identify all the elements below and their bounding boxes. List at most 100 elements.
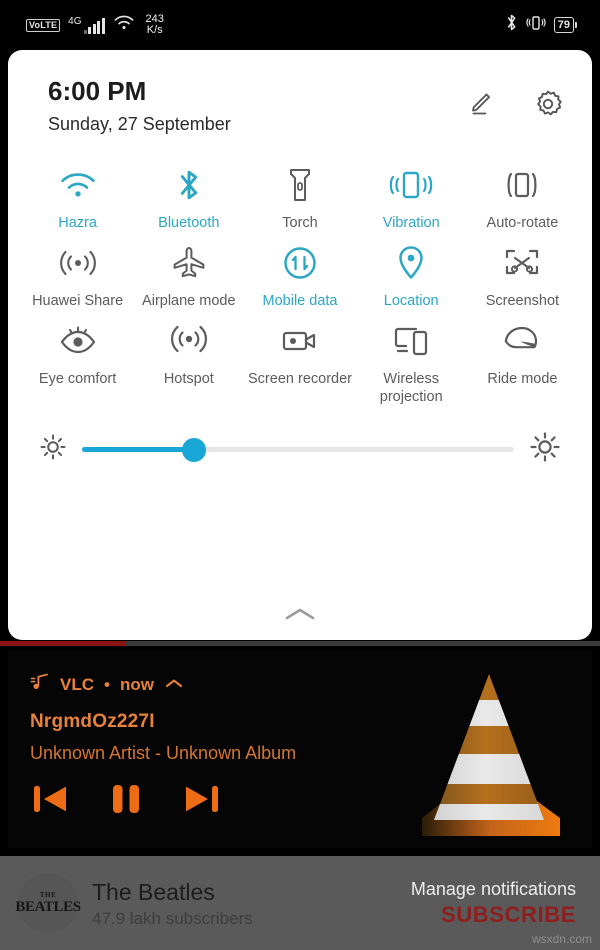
chevron-up-icon[interactable] (283, 605, 317, 628)
tile-label: Wireless projection (379, 371, 443, 405)
watermark: wsxdn.com (531, 932, 592, 946)
tile-label: Hotspot (163, 371, 214, 387)
tile-hazra[interactable]: Hazra (22, 154, 133, 232)
tile-torch[interactable]: Torch (244, 154, 355, 232)
screen-recorder-icon (278, 318, 322, 364)
brightness-control (8, 410, 592, 469)
tile-screenshot[interactable]: Screenshot (467, 232, 578, 310)
tile-label: Huawei Share (32, 293, 124, 309)
network-speed-unit: K/s (146, 24, 163, 36)
cellular-signal-icon: 4G (68, 15, 105, 34)
media-notification-content: VLC • now NrgmdOz227I Unknown Artist - U… (8, 650, 592, 818)
media-track-title: NrgmdOz227I (30, 711, 155, 732)
quick-settings-tiles: Hazra Bluetooth Torch Vibration Auto-rot… (8, 136, 592, 406)
tile-hotspot[interactable]: Hotspot (133, 310, 244, 406)
brightness-slider-thumb[interactable] (182, 437, 207, 462)
clock-block: 6:00 PM Sunday, 27 September (48, 74, 231, 136)
tile-row-2: Huawei Share Airplane mode Mobile data L… (22, 232, 578, 310)
ride-mode-icon (502, 318, 542, 364)
status-bar-right: 79 (505, 13, 578, 37)
wireless-projection-icon (390, 318, 432, 364)
chevron-up-icon[interactable] (164, 675, 184, 695)
tile-label: Eye comfort (38, 371, 117, 387)
screenshot-icon (501, 240, 543, 286)
brightness-slider[interactable] (82, 437, 514, 462)
tile-row-1: Hazra Bluetooth Torch Vibration Auto-rot… (22, 154, 578, 232)
media-track-subtitle: Unknown Artist - Unknown Album (30, 743, 297, 763)
tile-auto-rotate[interactable]: Auto-rotate (467, 154, 578, 232)
video-progress-bar[interactable] (0, 641, 600, 646)
tile-row-3: Eye comfort Hotspot Screen recorder Wire… (22, 310, 578, 406)
tile-mobile-data[interactable]: Mobile data (244, 232, 355, 310)
media-notification-vlc[interactable]: VLC • now NrgmdOz227I Unknown Artist - U… (8, 650, 592, 848)
channel-name: The Beatles (92, 878, 215, 905)
tile-airplane-mode[interactable]: Airplane mode (133, 232, 244, 310)
manage-notifications-link[interactable]: Manage notifications (411, 878, 576, 900)
brightness-low-icon[interactable] (38, 432, 68, 467)
channel-actions: Manage notifications SUBSCRIBE (411, 878, 582, 928)
tile-label: Ride mode (487, 371, 558, 387)
tile-label: Vibration (382, 215, 440, 231)
beatles-logo-name: BEATLES (15, 898, 81, 915)
tile-screen-recorder[interactable]: Screen recorder (244, 310, 355, 406)
tile-ride-mode[interactable]: Ride mode (467, 310, 578, 406)
vibrate-icon (526, 14, 546, 37)
media-time-ago: now (119, 674, 154, 694)
tile-label: Hazra (58, 215, 97, 231)
tile-label: Airplane mode (142, 293, 236, 309)
bluetooth-icon (505, 13, 518, 37)
media-separator: • (104, 674, 110, 694)
skip-next-icon[interactable] (180, 780, 222, 818)
beatles-logo-the: THE (39, 890, 57, 899)
youtube-channel-bar: THE BEATLES The Beatles 47.9 lakh subscr… (0, 856, 600, 950)
subscribe-button[interactable]: SUBSCRIBE (411, 902, 576, 928)
tile-label: Bluetooth (158, 215, 220, 231)
tile-huawei-share[interactable]: Huawei Share (22, 232, 133, 310)
quick-settings-header: 6:00 PM Sunday, 27 September (8, 50, 592, 136)
vibrate-icon (388, 162, 434, 208)
subscriber-count: 47.9 lakh subscribers (92, 908, 253, 928)
quick-settings-panel: 6:00 PM Sunday, 27 September Hazra Bluet… (8, 50, 592, 640)
tile-label: Screenshot (485, 293, 560, 309)
tile-label: Mobile data (262, 293, 338, 309)
tile-vibration[interactable]: Vibration (356, 154, 467, 232)
tile-location[interactable]: Location (356, 232, 467, 310)
tile-label: Auto-rotate (486, 215, 559, 231)
hotspot-icon (169, 318, 209, 364)
media-app-header: VLC • now (30, 672, 592, 697)
wifi-icon (56, 162, 100, 208)
gear-icon[interactable] (532, 88, 564, 120)
pause-icon[interactable] (108, 780, 144, 818)
header-actions (464, 74, 564, 120)
status-bar-left: VoLTE 4G 243 K/s (26, 14, 164, 36)
brightness-slider-fill (82, 447, 195, 452)
tile-label: Location (383, 293, 439, 309)
panel-collapse-handle[interactable] (8, 469, 592, 640)
network-speed: 243 K/s (146, 14, 164, 36)
battery-indicator: 79 (553, 17, 578, 33)
tile-label: Torch (282, 215, 318, 231)
eye-comfort-icon (56, 318, 100, 364)
tile-label: Screen recorder (248, 371, 352, 387)
clock-date: Sunday, 27 September (48, 114, 231, 134)
tile-wireless-projection[interactable]: Wireless projection (356, 310, 467, 406)
tile-eye-comfort[interactable]: Eye comfort (22, 310, 133, 406)
brightness-high-icon[interactable] (528, 430, 562, 469)
signal-bars-icon (83, 17, 105, 34)
media-controls (30, 780, 592, 818)
tile-bluetooth[interactable]: Bluetooth (133, 154, 244, 232)
avatar[interactable]: THE BEATLES (15, 873, 81, 933)
skip-previous-icon[interactable] (30, 780, 72, 818)
mobile-data-icon (280, 240, 320, 286)
pencil-icon[interactable] (464, 89, 494, 119)
media-app-name: VLC (60, 674, 94, 694)
channel-info: The Beatles 47.9 lakh subscribers (92, 878, 411, 929)
music-note-icon (30, 672, 50, 697)
phone-screen: VoLTE 4G 243 K/s 79 6:00 PM Sunday, 27 S… (0, 0, 600, 950)
auto-rotate-icon (500, 162, 544, 208)
network-type-label: 4G (68, 15, 82, 27)
status-bar: VoLTE 4G 243 K/s 79 (0, 0, 600, 50)
airplane-icon (169, 240, 209, 286)
huawei-share-icon (56, 240, 100, 286)
bluetooth-icon (174, 162, 204, 208)
